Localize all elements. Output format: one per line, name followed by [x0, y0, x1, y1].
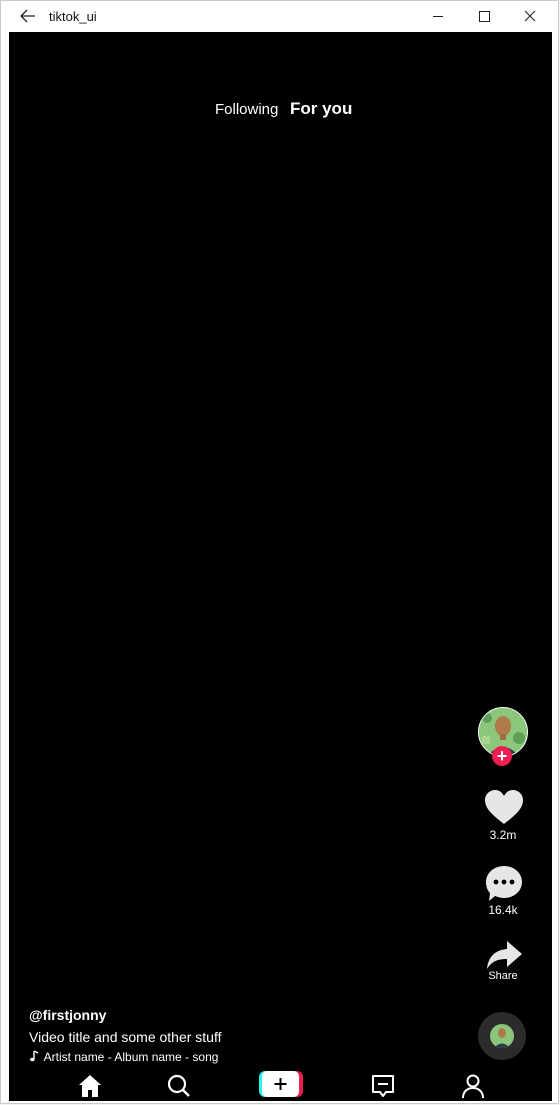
- like-count: 3.2m: [489, 828, 517, 842]
- nav-search[interactable]: [166, 1073, 192, 1099]
- plus-icon: [259, 1071, 303, 1097]
- music-disc-cover: [490, 1024, 514, 1048]
- share-label: Share: [488, 970, 518, 982]
- app-window: tiktok_ui Following For you + 3.2m 16.4k…: [0, 0, 559, 1104]
- window-title: tiktok_ui: [49, 9, 97, 24]
- music-note-icon: [30, 1050, 39, 1062]
- chat-bubble-icon: [486, 866, 522, 901]
- tab-following[interactable]: Following: [215, 101, 278, 118]
- music-disc-image: [490, 1024, 514, 1048]
- creator-username[interactable]: @firstjonny: [29, 1007, 106, 1023]
- minimize-button[interactable]: [415, 1, 461, 32]
- heart-icon: [485, 790, 523, 824]
- nav-profile[interactable]: [460, 1073, 486, 1099]
- bottom-nav: [9, 1071, 552, 1101]
- music-info[interactable]: Artist name - Album name - song: [29, 1050, 218, 1064]
- close-icon: [524, 10, 536, 22]
- arrow-left-icon: [20, 9, 35, 23]
- like-button[interactable]: [483, 788, 525, 828]
- person-icon: [462, 1074, 484, 1099]
- follow-button[interactable]: +: [492, 746, 512, 766]
- tab-for-you[interactable]: For you: [290, 99, 352, 119]
- video-title: Video title and some other stuff: [29, 1029, 222, 1045]
- comment-button[interactable]: [483, 864, 525, 904]
- video-feed[interactable]: Following For you + 3.2m 16.4k Share @fi…: [9, 32, 552, 1101]
- nav-home[interactable]: [77, 1073, 103, 1099]
- search-icon: [167, 1074, 190, 1097]
- maximize-button[interactable]: [461, 1, 507, 32]
- nav-inbox[interactable]: [370, 1073, 396, 1099]
- music-label: Artist name - Album name - song: [43, 1050, 219, 1064]
- back-button[interactable]: [13, 4, 41, 28]
- maximize-icon: [479, 11, 490, 22]
- home-icon: [79, 1075, 101, 1097]
- music-disc[interactable]: [478, 1012, 526, 1060]
- close-button[interactable]: [507, 1, 553, 32]
- comment-count: 16.4k: [488, 903, 518, 917]
- title-bar: tiktok_ui: [1, 1, 558, 32]
- create-button[interactable]: [259, 1071, 303, 1097]
- inbox-icon: [372, 1075, 394, 1097]
- minimize-icon: [433, 16, 443, 17]
